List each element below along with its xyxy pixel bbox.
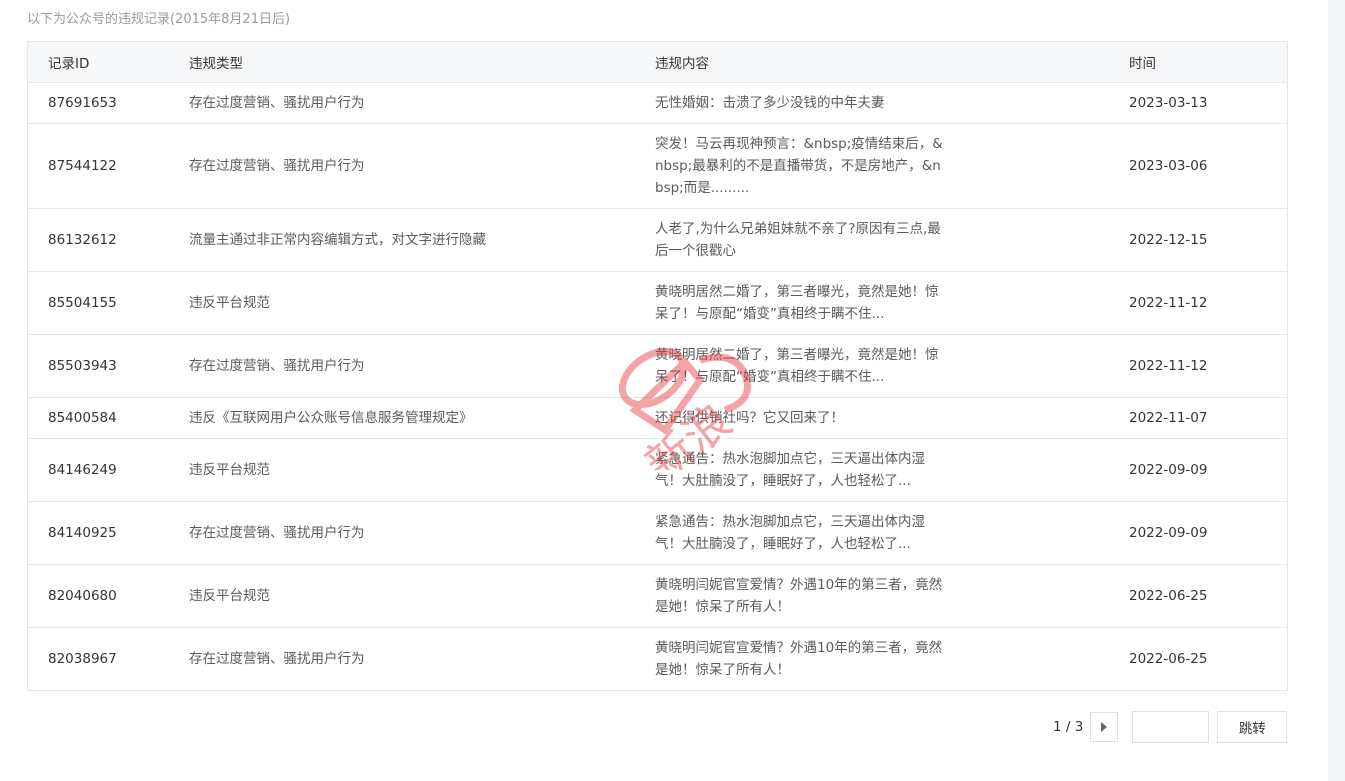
jump-button[interactable]: 跳转	[1217, 711, 1288, 743]
pagination: 1 / 3 跳转	[1053, 711, 1288, 743]
cell-time: 2022-09-09	[1109, 438, 1287, 502]
table-row: 82040680 违反平台规范 黄晓明闫妮官宣爱情？外遇10年的第三者，竟然是她！惊…	[28, 564, 1287, 628]
cell-time: 2022-06-25	[1109, 564, 1287, 628]
header-violation-type: 违规类型	[169, 42, 635, 83]
cell-record-id: 86132612	[28, 208, 169, 272]
cell-violation-type: 流量主通过非正常内容编辑方式，对文字进行隐藏	[169, 208, 635, 272]
cell-record-id: 85503943	[28, 334, 169, 398]
table-row: 84140925 存在过度营销、骚扰用户行为 紧急通告：热水泡脚加点它，三天逼出体内…	[28, 501, 1287, 565]
cell-violation-content: 黄晓明居然二婚了，第三者曝光，竟然是她！惊呆了！与原配“婚变”真相终于瞒不住..…	[635, 271, 1109, 335]
cell-violation-type: 存在过度营销、骚扰用户行为	[169, 123, 635, 209]
cell-violation-type: 违反平台规范	[169, 438, 635, 502]
cell-time: 2022-11-12	[1109, 271, 1287, 335]
cell-violation-content: 突发！马云再现神预言：&nbsp;疫情结束后，&nbsp;最暴利的不是直播带货，…	[635, 123, 1109, 209]
cell-violation-type: 存在过度营销、骚扰用户行为	[169, 82, 635, 124]
chevron-right-icon	[1101, 722, 1108, 732]
table-row: 85400584 违反《互联网用户公众账号信息服务管理规定》 还记得供销社吗？它又回…	[28, 397, 1287, 439]
table-header-row: 记录ID 违规类型 违规内容 时间	[28, 42, 1287, 83]
cell-violation-type: 违反平台规范	[169, 271, 635, 335]
cell-time: 2023-03-13	[1109, 82, 1287, 124]
violation-table: 记录ID 违规类型 违规内容 时间 87691653 存在过度营销、骚扰用户行为无…	[28, 42, 1287, 690]
cell-time: 2022-06-25	[1129, 650, 1208, 667]
cell-violation-content: 紧急通告：热水泡脚加点它，三天逼出体内湿气！大肚腩没了，睡眠好了，人也轻松了..…	[635, 501, 1109, 565]
cell-violation-content: 无性婚姻：击溃了多少没钱的中年夫妻	[635, 82, 1109, 124]
cell-violation-content: 还记得供销社吗？它又回来了！	[635, 397, 1109, 439]
cell-violation-content: 黄晓明闫妮官宣爱情？外遇10年的第三者，竟然是她！惊呆了所有人！	[655, 639, 943, 678]
cell-record-id: 84140925	[28, 501, 169, 565]
cell-record-id: 87544122	[28, 123, 169, 209]
cell-record-id: 82038967	[48, 650, 117, 667]
header-record-id: 记录ID	[28, 42, 169, 83]
table-row: 86132612 流量主通过非正常内容编辑方式，对文字进行隐藏 人老了,为什么兄弟姐…	[28, 208, 1287, 272]
cell-violation-type: 违反平台规范	[169, 564, 635, 628]
cell-record-id: 85400584	[28, 397, 169, 439]
cell-violation-type: 存在过度营销、骚扰用户行为	[189, 650, 365, 667]
page-indicator: 1 / 3	[1053, 719, 1084, 735]
table-row: 85503943 存在过度营销、骚扰用户行为 黄晓明居然二婚了，第三者曝光，竟然是她…	[28, 334, 1287, 398]
violation-records-page: 以下为公众号的违规记录(2015年8月21日后) 记录ID 违规类型 违规内容 …	[0, 0, 1345, 781]
cell-violation-content: 人老了,为什么兄弟姐妹就不亲了?原因有三点,最后一个很戳心	[635, 208, 1109, 272]
cell-record-id: 85504155	[28, 271, 169, 335]
page-jump-input[interactable]	[1132, 711, 1210, 743]
cell-violation-type: 违反《互联网用户公众账号信息服务管理规定》	[169, 397, 635, 439]
cell-record-id: 87691653	[28, 82, 169, 124]
cell-record-id: 84146249	[28, 438, 169, 502]
cell-violation-content: 黄晓明居然二婚了，第三者曝光，竟然是她！惊呆了！与原配“婚变”真相终于瞒不住..…	[635, 334, 1109, 398]
cell-time: 2022-11-12	[1109, 334, 1287, 398]
right-scroll-gutter	[1328, 0, 1345, 781]
cell-violation-content: 黄晓明闫妮官宣爱情？外遇10年的第三者，竟然是她！惊呆了所有人！	[635, 564, 1109, 628]
table-row: 85504155 违反平台规范 黄晓明居然二婚了，第三者曝光，竟然是她！惊呆了！与原…	[28, 271, 1287, 335]
records-caption: 以下为公众号的违规记录(2015年8月21日后)	[27, 12, 291, 27]
table-row: 82038967 存在过度营销、骚扰用户行为 黄晓明闫妮官宣爱情？外遇10年的第三者…	[28, 627, 1287, 690]
cell-time: 2023-03-06	[1109, 123, 1287, 209]
cell-violation-type: 存在过度营销、骚扰用户行为	[169, 334, 635, 398]
cell-time: 2022-12-15	[1109, 208, 1287, 272]
cell-violation-type: 存在过度营销、骚扰用户行为	[169, 501, 635, 565]
table-row: 87544122 存在过度营销、骚扰用户行为 突发！马云再现神预言：&nbsp;疫情…	[28, 123, 1287, 209]
header-violation-content: 违规内容	[635, 42, 1109, 83]
next-page-button[interactable]	[1090, 712, 1119, 742]
table-row: 87691653 存在过度营销、骚扰用户行为 无性婚姻：击溃了多少没钱的中年夫妻 20…	[28, 82, 1287, 124]
cell-time: 2022-11-07	[1109, 397, 1287, 439]
table-row: 84146249 违反平台规范 紧急通告：热水泡脚加点它，三天逼出体内湿气！大肚腩没…	[28, 438, 1287, 502]
cell-record-id: 82040680	[28, 564, 169, 628]
cell-violation-content: 紧急通告：热水泡脚加点它，三天逼出体内湿气！大肚腩没了，睡眠好了，人也轻松了..…	[635, 438, 1109, 502]
cell-time: 2022-09-09	[1109, 501, 1287, 565]
header-time: 时间	[1109, 42, 1287, 83]
violation-table-container: 记录ID 违规类型 违规内容 时间 87691653 存在过度营销、骚扰用户行为无…	[27, 41, 1288, 691]
